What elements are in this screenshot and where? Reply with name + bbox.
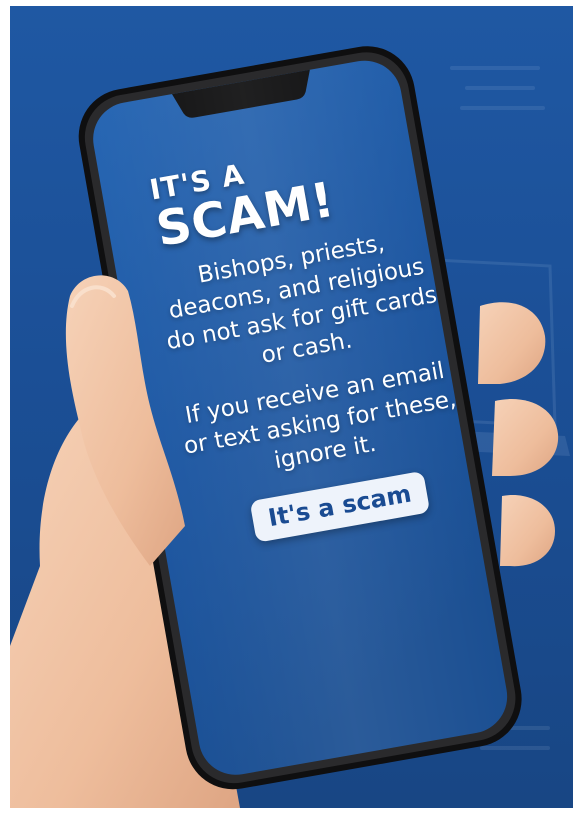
- scam-warning-poster: IT'S A SCAM! Bishops, priests, deacons, …: [10, 6, 573, 808]
- page: IT'S A SCAM! Bishops, priests, deacons, …: [0, 0, 580, 814]
- phone-screen-message: IT'S A SCAM! Bishops, priests, deacons, …: [120, 124, 511, 556]
